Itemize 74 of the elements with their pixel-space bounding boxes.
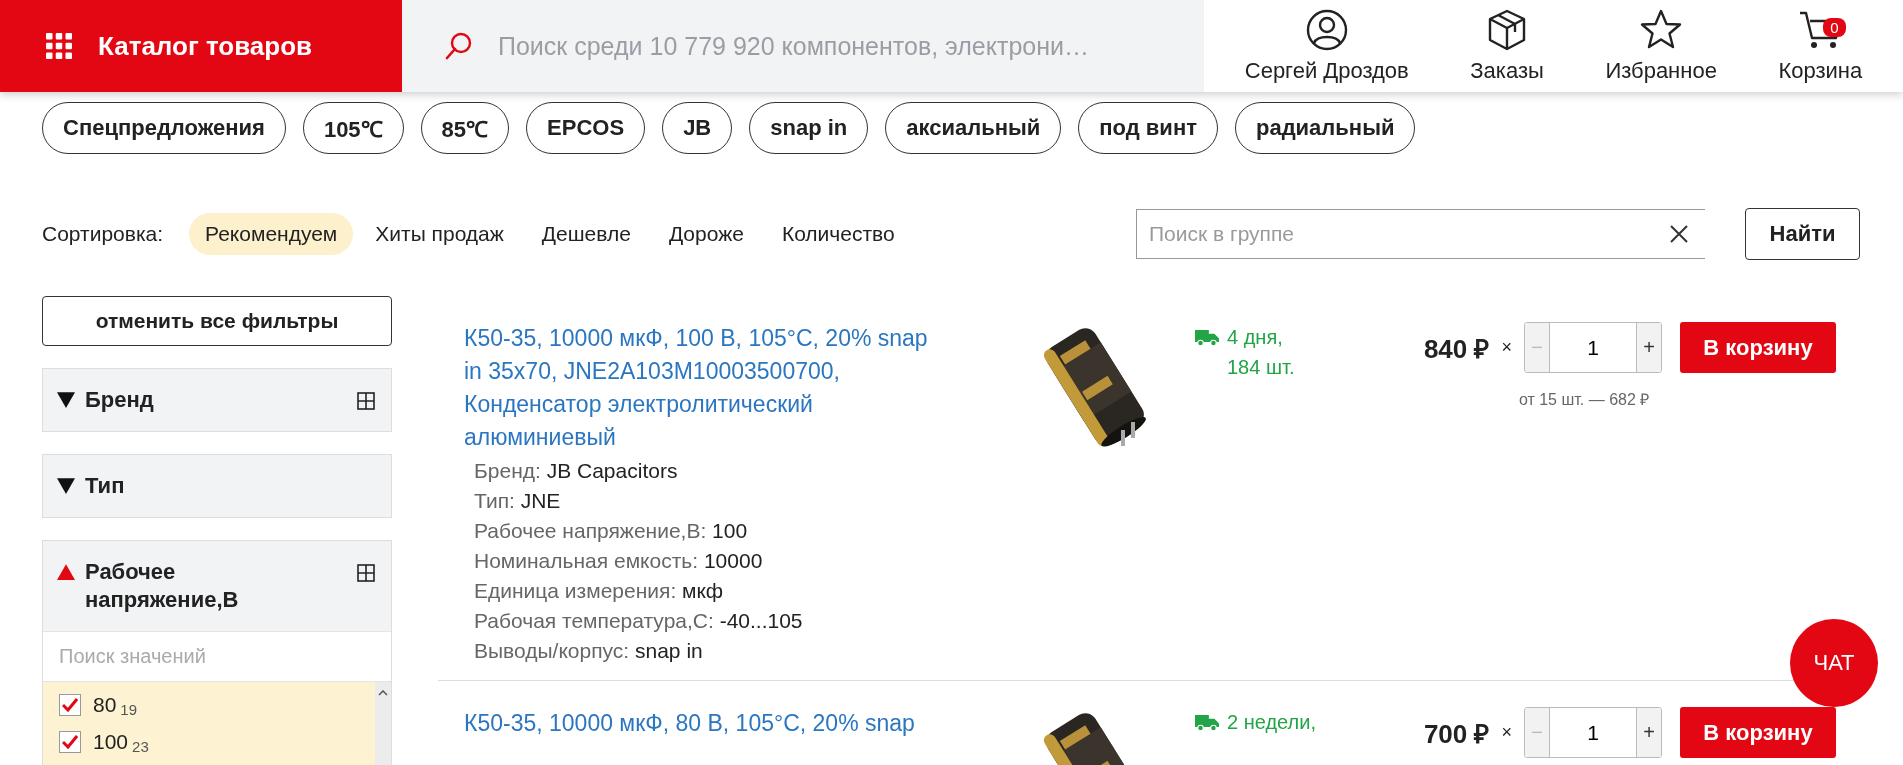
filter-chip[interactable]: EPCOS (526, 102, 646, 154)
times-sign: × (1501, 722, 1512, 743)
filter-group-title: Бренд (85, 386, 155, 414)
check-icon (62, 697, 78, 712)
value-search-field[interactable]: Поиск значений (43, 631, 391, 681)
scrollbar[interactable] (375, 682, 391, 765)
find-button[interactable]: Найти (1745, 208, 1860, 260)
product-title-link[interactable]: К50-35, 10000 мкФ, 80 В, 105°C, 20% snap (464, 707, 944, 740)
filter-chip[interactable]: аксиальный (885, 102, 1062, 154)
checkbox[interactable] (59, 730, 81, 753)
check-icon (62, 734, 78, 749)
filter-chip[interactable]: радиальный (1234, 102, 1416, 154)
favorites-link[interactable]: Избранное (1605, 8, 1717, 84)
product-property: Рабочее напряжение,В: 100 (474, 518, 749, 544)
filter-chip[interactable]: под винт (1078, 102, 1218, 154)
quantity-field[interactable]: 1 (1549, 708, 1637, 757)
product-property: Бренд: JB Capacitors (474, 458, 679, 484)
product-price: 840 ₽ (1423, 332, 1490, 366)
product-property: Рабочая температура,С: -40...105 (474, 608, 804, 634)
add-to-cart-button[interactable]: В корзину (1680, 707, 1836, 758)
search-input[interactable]: Поиск среди 10 779 920 компонентов, электрони… (496, 30, 1190, 62)
group-search-field[interactable]: Поиск в группе (1136, 209, 1705, 259)
filter-group-header[interactable]: Рабочее напряжение,В (43, 541, 391, 631)
value-count: 19 (120, 701, 138, 718)
close-icon (1669, 224, 1689, 244)
cart-link[interactable]: 0 Корзина (1778, 8, 1863, 84)
delivery-info: 4 дня, 184 шт. (1227, 325, 1295, 380)
filter-group-title: Тип (85, 472, 126, 500)
sort-option[interactable]: Хиты продаж (359, 213, 520, 255)
filter-chip[interactable]: 105℃ (302, 102, 404, 154)
product-property: Выводы/корпус: snap in (474, 638, 704, 664)
filter-group-header[interactable]: Тип (43, 455, 391, 517)
sort-label: Сортировка: (42, 222, 164, 246)
value-label: 100 (93, 729, 129, 754)
product-property: Номинальная емкость: 10000 (474, 548, 764, 574)
filter-chip[interactable]: Спецпредложения (42, 102, 286, 154)
quantity-stepper[interactable]: − 1 + (1524, 707, 1662, 758)
filter-chip[interactable]: JB (662, 102, 733, 154)
product-title-link[interactable]: К50-35, 10000 мкФ, 100 В, 105°C, 20% snap in 35x70, JNE2A103M10003500700, Конденсатор электролитический алюминиевый (464, 322, 944, 454)
sort-option[interactable]: Рекомендуем (189, 213, 354, 255)
filter-group-title: Рабочее напряжение,В (85, 558, 240, 614)
search-field[interactable]: Поиск среди 10 779 920 компонентов, электрони… (402, 0, 1204, 92)
increase-button[interactable]: + (1637, 708, 1661, 757)
product-property: Единица измерения: мкф (474, 578, 724, 604)
menu-icon (46, 33, 72, 59)
cart-count-badge: 0 (1823, 18, 1846, 37)
quantity-stepper[interactable]: − 1 + (1524, 322, 1662, 373)
filter-chip[interactable]: 85℃ (420, 102, 510, 154)
product-property: Тип: JNE (474, 488, 562, 514)
delivery-info: 2 недели, (1227, 710, 1316, 735)
filter-chip[interactable]: snap in (749, 102, 869, 154)
sort-option[interactable]: Дешевле (525, 213, 647, 255)
value-label: 80 (93, 692, 117, 717)
orders-link[interactable]: Заказы (1470, 8, 1544, 84)
checkbox[interactable] (59, 693, 81, 716)
sort-option[interactable]: Дороже (652, 213, 760, 255)
reset-filters-button[interactable]: отменить все фильтры (42, 296, 392, 346)
add-to-cart-button[interactable]: В корзину (1680, 322, 1836, 373)
search-icon (444, 31, 474, 61)
catalog-button[interactable]: Каталог товаров (0, 0, 402, 92)
truck-icon (1195, 328, 1219, 347)
quantity-field[interactable]: 1 (1549, 323, 1637, 372)
sort-option[interactable]: Количество (765, 213, 911, 255)
times-sign: × (1501, 337, 1512, 358)
truck-icon (1195, 713, 1219, 732)
user-icon (1304, 8, 1349, 52)
product-price: 700 ₽ (1423, 717, 1490, 751)
filter-group-header[interactable]: Бренд (43, 369, 391, 431)
chat-button[interactable]: ЧАТ (1790, 619, 1878, 707)
value-count: 23 (132, 738, 149, 755)
profile-link[interactable]: Сергей Дроздов (1244, 8, 1409, 84)
scroll-up-icon (378, 690, 388, 696)
volume-price: от 15 шт. — 682 ₽ (1518, 390, 1651, 410)
increase-button[interactable]: + (1637, 323, 1661, 372)
